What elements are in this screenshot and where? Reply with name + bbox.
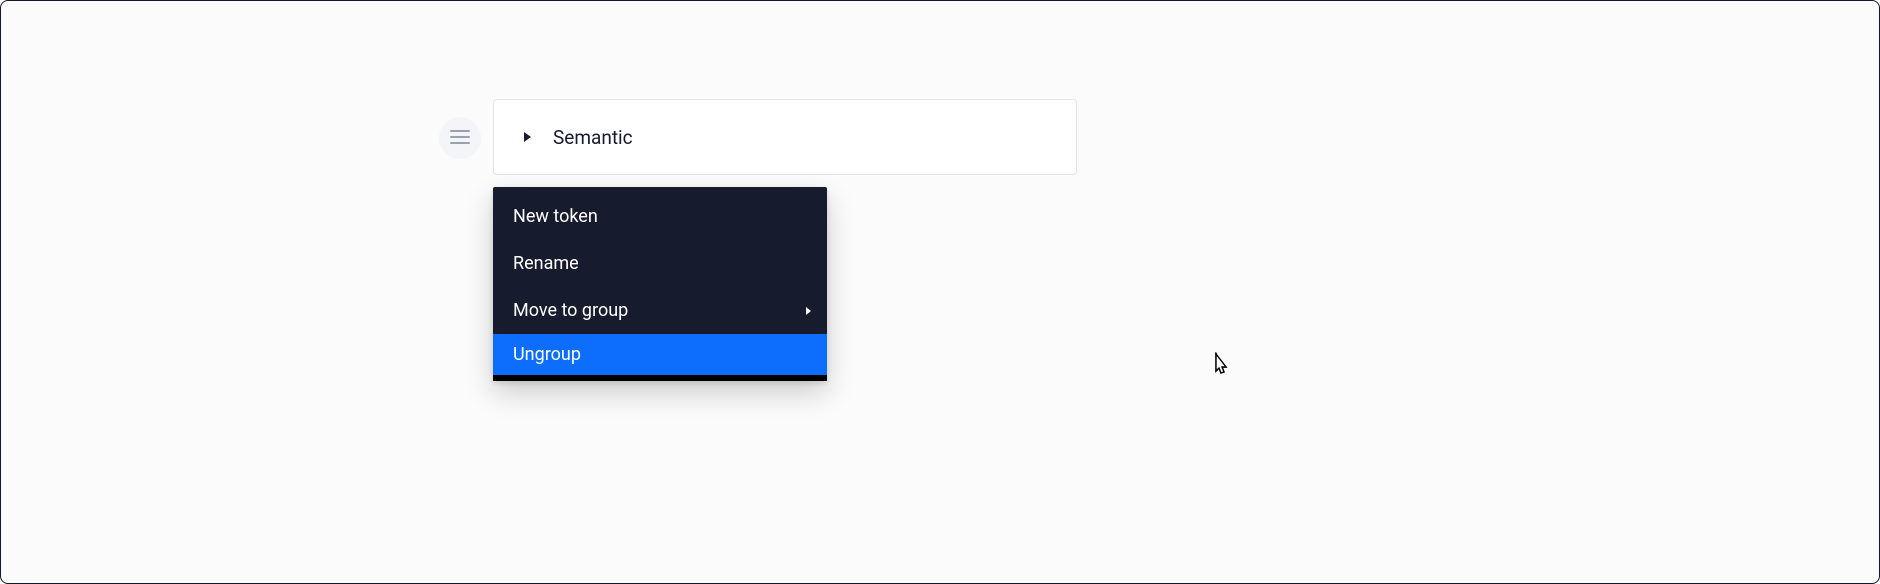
group-row[interactable]: Semantic (493, 99, 1077, 175)
menu-item-rename[interactable]: Rename (493, 240, 827, 287)
disclosure-triangle-icon[interactable] (524, 132, 531, 142)
pointer-cursor-icon (1209, 351, 1233, 377)
menu-item-label: Rename (513, 253, 579, 274)
menu-item-new-token[interactable]: New token (493, 193, 827, 240)
group-label: Semantic (553, 126, 633, 149)
menu-item-move-to-group[interactable]: Move to group (493, 287, 827, 334)
drag-handle[interactable] (439, 117, 481, 159)
submenu-arrow-icon (806, 307, 811, 315)
menu-item-label: Move to group (513, 300, 628, 321)
menu-item-label: New token (513, 206, 598, 227)
menu-item-label: Ungroup (513, 344, 581, 365)
context-menu: New token Rename Move to group Ungroup (493, 187, 827, 381)
menu-item-ungroup[interactable]: Ungroup (493, 334, 827, 381)
drag-handle-icon (450, 129, 470, 148)
